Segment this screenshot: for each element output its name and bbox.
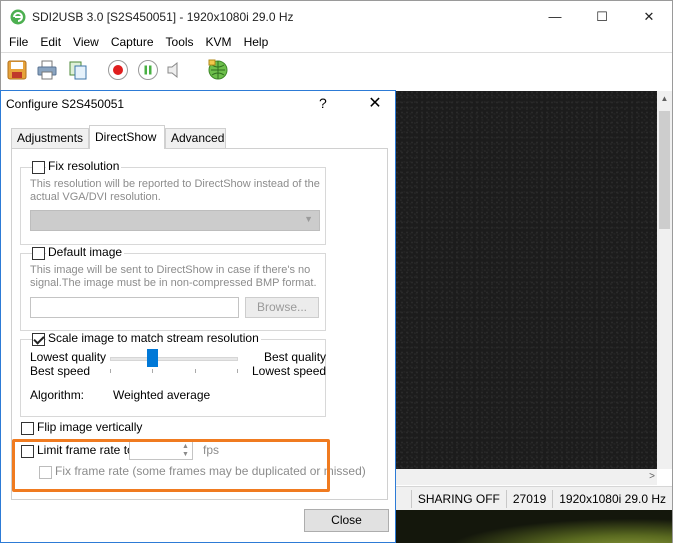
title-bar[interactable]: SDI2USB 3.0 [S2S450051] - 1920x1080i 29.… xyxy=(1,1,672,32)
print-icon xyxy=(37,60,57,80)
print-button[interactable] xyxy=(34,57,60,83)
fix-resolution-desc-1: This resolution will be reported to Dire… xyxy=(30,178,320,190)
default-image-desc-1: This image will be sent to DirectShow in… xyxy=(30,264,311,276)
close-window-button[interactable]: ✕ xyxy=(626,1,672,32)
pause-icon xyxy=(138,60,158,80)
chevron-down-icon: ▼ xyxy=(304,214,313,224)
best-speed-label: Best speed xyxy=(30,364,91,378)
vertical-scrollbar[interactable]: ▲ xyxy=(657,91,672,469)
slider-tick xyxy=(237,369,238,373)
maximize-button[interactable]: ☐ xyxy=(579,1,625,32)
app-logo-icon xyxy=(10,9,26,25)
flip-vertically-checkbox[interactable] xyxy=(21,422,34,435)
close-icon: ✕ xyxy=(643,8,655,24)
menu-edit[interactable]: Edit xyxy=(34,35,67,49)
tab-adjustments[interactable]: Adjustments xyxy=(11,128,89,149)
menu-tools[interactable]: Tools xyxy=(160,35,200,49)
flip-vertically-label: Flip image vertically xyxy=(35,420,145,434)
record-icon xyxy=(108,60,128,80)
dialog-title: Configure S2S450051 xyxy=(6,97,125,111)
video-preview-bottom xyxy=(396,510,672,543)
menu-help[interactable]: Help xyxy=(238,35,275,49)
network-button[interactable] xyxy=(205,57,231,83)
menu-view[interactable]: View xyxy=(67,35,105,49)
audio-button[interactable] xyxy=(162,57,188,83)
minimize-icon: — xyxy=(548,9,562,24)
network-icon xyxy=(208,59,228,80)
quality-slider-thumb[interactable] xyxy=(146,349,158,367)
browse-button[interactable]: Browse... xyxy=(245,297,319,318)
frame-count: 27019 xyxy=(505,489,552,508)
horizontal-scrollbar[interactable]: > xyxy=(396,469,657,485)
fix-resolution-label: Fix resolution xyxy=(46,159,122,173)
save-icon xyxy=(7,60,27,80)
maximize-icon: ☐ xyxy=(596,8,608,24)
algorithm-label: Algorithm: xyxy=(30,388,85,402)
dialog-title-bar[interactable]: Configure S2S450051 ? ✕ xyxy=(1,91,395,117)
menu-bar: File Edit View Capture Tools KVM Help xyxy=(1,32,672,52)
status-bar: SHARING OFF 27019 1920x1080i 29.0 Hz xyxy=(396,486,672,510)
tab-advanced[interactable]: Advanced xyxy=(165,128,226,149)
scale-image-label: Scale image to match stream resolution xyxy=(46,331,261,345)
scroll-up-icon[interactable]: ▲ xyxy=(657,91,672,107)
video-preview[interactable] xyxy=(396,91,657,469)
pause-button[interactable] xyxy=(135,57,161,83)
tab-directshow[interactable]: DirectShow xyxy=(89,125,165,149)
lowest-quality-label: Lowest quality xyxy=(30,350,107,364)
window-title: SDI2USB 3.0 [S2S450051] - 1920x1080i 29.… xyxy=(32,10,294,24)
highlight-box xyxy=(12,439,330,492)
vertical-scroll-thumb[interactable] xyxy=(659,111,670,229)
menu-kvm[interactable]: KVM xyxy=(200,35,238,49)
default-image-label: Default image xyxy=(46,245,125,259)
quality-slider-track[interactable] xyxy=(110,357,238,361)
scroll-right-icon[interactable]: > xyxy=(649,469,655,485)
best-quality-label: Best quality xyxy=(264,350,327,364)
help-icon[interactable]: ? xyxy=(319,95,327,111)
toolbar xyxy=(1,52,672,88)
default-image-desc-2: signal.The image must be in non-compress… xyxy=(30,277,317,289)
record-button[interactable] xyxy=(105,57,131,83)
lowest-speed-label: Lowest speed xyxy=(252,364,327,378)
save-button[interactable] xyxy=(4,57,30,83)
slider-tick xyxy=(195,369,196,373)
copy-icon xyxy=(69,61,87,80)
algorithm-value: Weighted average xyxy=(113,388,211,402)
scale-image-checkbox[interactable] xyxy=(32,333,45,346)
close-button[interactable]: Close xyxy=(304,509,389,532)
image-path-field[interactable] xyxy=(30,297,239,318)
sharing-status: SHARING OFF xyxy=(410,489,506,508)
slider-tick xyxy=(110,369,111,373)
default-image-checkbox[interactable] xyxy=(32,247,45,260)
minimize-button[interactable]: — xyxy=(532,1,578,32)
copy-button[interactable] xyxy=(65,57,91,83)
slider-tick xyxy=(152,369,153,373)
fix-resolution-checkbox[interactable] xyxy=(32,161,45,174)
fix-resolution-desc-2: actual VGA/DVI resolution. xyxy=(30,191,161,203)
dialog-close-icon[interactable]: ✕ xyxy=(361,92,389,116)
speaker-icon xyxy=(167,61,178,79)
resolution-status: 1920x1080i 29.0 Hz xyxy=(552,489,672,508)
resolution-combo[interactable]: ▼ xyxy=(30,210,320,231)
menu-capture[interactable]: Capture xyxy=(105,35,160,49)
menu-file[interactable]: File xyxy=(3,35,34,49)
